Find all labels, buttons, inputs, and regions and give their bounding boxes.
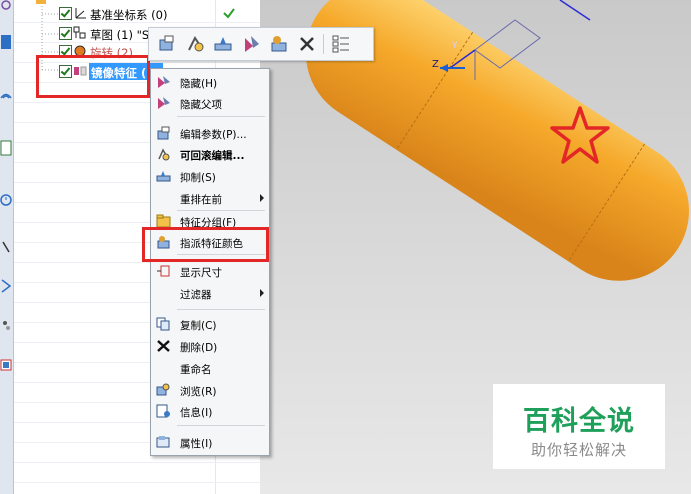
context-mini-toolbar — [148, 27, 374, 61]
hide-icon[interactable] — [241, 34, 261, 54]
watermark-title: 百科全说 — [523, 406, 635, 437]
show-dimensions-icon — [156, 264, 171, 278]
menu-item-hide-parents[interactable]: 隐藏父项 — [151, 93, 269, 113]
highlight-box-tree-item — [36, 55, 150, 98]
menu-separator — [177, 425, 265, 426]
browse-icon — [156, 383, 171, 397]
submenu-arrow-icon — [260, 289, 264, 297]
delete-icon — [156, 339, 171, 353]
menu-item-suppress[interactable]: 抑制(S) — [151, 166, 269, 186]
menu-item-edit-parameters[interactable]: 编辑参数(P)... — [151, 123, 269, 143]
edit-parameters-icon — [156, 126, 171, 140]
page-icon[interactable] — [0, 140, 12, 156]
menu-item-info[interactable]: 信息(I) — [151, 401, 269, 421]
context-menu: 隐藏(H) 隐藏父项 编辑参数(P)... 可回滚编辑... 抑制(S) 重排在… — [150, 68, 270, 456]
hide-icon — [156, 75, 171, 89]
feature-group-icon — [156, 214, 171, 228]
part-navigator-icon[interactable] — [0, 34, 12, 49]
watermark-subtitle: 助你轻松解决 — [530, 441, 627, 459]
edit-parameters-icon[interactable] — [157, 34, 177, 54]
tree-item-datum-csys[interactable]: 基准坐标系 (0) — [14, 4, 260, 24]
menu-item-properties[interactable]: 属性(I) — [151, 432, 269, 452]
hide-parents-icon — [156, 96, 171, 110]
menu-item-hide[interactable]: 隐藏(H) — [151, 72, 269, 92]
properties-icon — [156, 435, 171, 449]
assign-color-icon[interactable] — [269, 34, 289, 54]
roles-icon[interactable] — [0, 278, 12, 293]
toolbar-separator — [323, 34, 324, 54]
list-menu-icon[interactable] — [331, 34, 351, 54]
menu-separator — [177, 116, 265, 117]
highlight-box-assign-color — [142, 227, 269, 262]
menu-separator — [177, 309, 265, 310]
datum-csys-icon — [73, 6, 87, 20]
suppress-icon — [156, 169, 171, 183]
menu-item-show-dimensions[interactable]: 显示尺寸 — [151, 261, 269, 281]
rollback-edit-icon — [156, 147, 171, 161]
palette-icon[interactable] — [0, 358, 12, 372]
resource-bar — [0, 0, 14, 494]
menu-item-browse[interactable]: 浏览(R) — [151, 380, 269, 400]
menu-item-delete[interactable]: 删除(D) — [151, 336, 269, 356]
watermark: 百科全说 助你轻松解决 — [493, 384, 665, 469]
suppress-icon[interactable] — [213, 34, 233, 54]
settings-icon[interactable] — [0, 0, 12, 14]
sketch-icon — [73, 26, 87, 40]
menu-item-reorder-before[interactable]: 重排在前 — [151, 188, 269, 208]
tree-item-label: 草图 (1) "S — [90, 28, 150, 42]
menu-item-filter[interactable]: 过滤器 — [151, 283, 269, 303]
rollback-edit-icon[interactable] — [185, 34, 205, 54]
visibility-checkbox[interactable] — [59, 7, 72, 20]
menu-item-rollback-edit[interactable]: 可回滚编辑... — [151, 144, 269, 164]
copy-icon — [156, 317, 171, 331]
y-axis-label: Y — [451, 41, 458, 51]
submenu-arrow-icon — [260, 194, 264, 202]
delete-icon[interactable] — [297, 34, 317, 54]
menu-item-rename[interactable]: 重命名 — [151, 358, 269, 378]
clock-icon[interactable] — [0, 193, 12, 207]
info-icon — [156, 404, 171, 418]
pointer-icon[interactable] — [0, 240, 12, 254]
tools-icon[interactable] — [0, 318, 12, 332]
z-axis-label: Z — [432, 59, 439, 70]
tree-item-label: 基准坐标系 (0) — [90, 8, 168, 22]
wireless-icon[interactable] — [0, 86, 12, 100]
up-to-date-check-icon — [222, 6, 236, 23]
visibility-checkbox[interactable] — [59, 27, 72, 40]
menu-item-copy[interactable]: 复制(C) — [151, 314, 269, 334]
